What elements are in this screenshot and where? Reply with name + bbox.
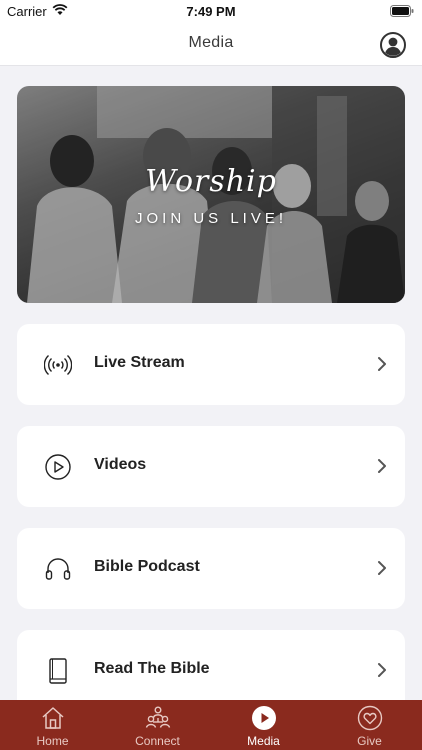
- worship-banner[interactable]: Worship JOIN US LIVE!: [17, 86, 405, 303]
- menu-item-videos[interactable]: Videos: [17, 426, 405, 507]
- home-icon: [41, 707, 64, 729]
- heart-icon: [357, 705, 382, 731]
- menu-item-label: Videos: [94, 456, 147, 473]
- tab-bar: Home Connect Media Give: [0, 700, 422, 750]
- menu-item-label: Live Stream: [94, 354, 185, 371]
- headphones-icon: [45, 558, 71, 580]
- chevron-right-icon: [378, 357, 386, 371]
- tab-label: Media: [247, 734, 280, 748]
- profile-icon[interactable]: [380, 32, 406, 58]
- play-icon: [251, 706, 276, 730]
- chevron-right-icon: [378, 561, 386, 575]
- tab-home[interactable]: Home: [0, 700, 105, 750]
- menu-item-label: Read The Bible: [94, 660, 210, 677]
- menu-item-read-the-bible[interactable]: Read The Bible: [17, 630, 405, 700]
- page-title: Media: [188, 34, 234, 51]
- menu-item-bible-podcast[interactable]: Bible Podcast: [17, 528, 405, 609]
- banner-title: Worship: [145, 164, 277, 199]
- tab-label: Home: [36, 734, 69, 748]
- battery-icon: [390, 5, 414, 17]
- broadcast-icon: [44, 354, 72, 376]
- banner-subtitle: JOIN US LIVE!: [134, 210, 288, 227]
- people-icon: [145, 706, 170, 728]
- tab-label: Give: [357, 734, 382, 748]
- tab-label: Connect: [135, 734, 180, 748]
- play-circle-icon: [45, 454, 71, 480]
- media-content: Worship JOIN US LIVE! Live Stream Videos: [0, 66, 422, 700]
- tab-media[interactable]: Media: [211, 700, 316, 750]
- status-bar: Carrier 7:49 PM: [0, 0, 422, 22]
- chevron-right-icon: [378, 459, 386, 473]
- status-time: 7:49 PM: [186, 4, 236, 19]
- tab-connect[interactable]: Connect: [105, 700, 210, 750]
- navigation-bar: Media: [0, 22, 422, 66]
- chevron-right-icon: [378, 663, 386, 677]
- menu-item-live-stream[interactable]: Live Stream: [17, 324, 405, 405]
- menu-item-label: Bible Podcast: [94, 558, 200, 575]
- book-icon: [49, 658, 67, 684]
- tab-give[interactable]: Give: [317, 700, 422, 750]
